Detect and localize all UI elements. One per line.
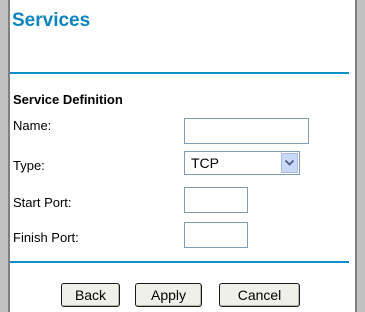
dialog-frame: Services Service Definition Name: Type: … (0, 0, 365, 312)
cancel-button[interactable]: Cancel (219, 283, 300, 307)
chevron-down-icon (285, 160, 294, 166)
top-divider (10, 72, 349, 74)
finish-port-label: Finish Port: (13, 230, 79, 245)
type-dropdown-button[interactable] (281, 153, 298, 173)
type-selected-value: TCP (191, 155, 219, 171)
page-title: Services (12, 10, 91, 31)
services-page: Services Service Definition Name: Type: … (10, 0, 355, 312)
name-label: Name: (13, 118, 52, 133)
apply-button[interactable]: Apply (135, 283, 202, 307)
back-button[interactable]: Back (61, 283, 120, 307)
type-select[interactable]: TCP (184, 151, 300, 175)
section-title: Service Definition (13, 92, 123, 107)
finish-port-input[interactable] (184, 222, 248, 248)
right-frame-border (357, 0, 365, 312)
name-input[interactable] (184, 118, 309, 144)
type-label: Type: (13, 158, 45, 173)
start-port-input[interactable] (184, 187, 248, 213)
start-port-label: Start Port: (13, 195, 72, 210)
bottom-divider (10, 261, 349, 263)
